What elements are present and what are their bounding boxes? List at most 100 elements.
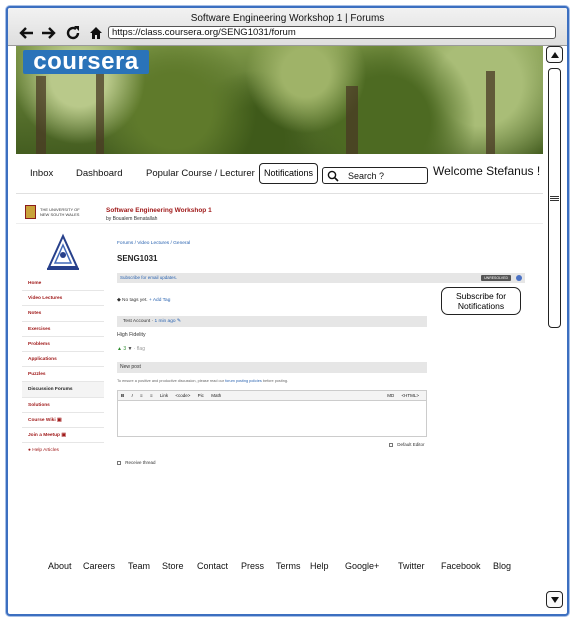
course-emblem-icon	[47, 233, 79, 270]
flag-link[interactable]: flag	[137, 346, 145, 352]
sidebar-item-video-lectures[interactable]: Video Lectures	[22, 291, 104, 307]
sidebar-item-label: Join a Meetup	[28, 432, 60, 438]
default-editor-label: Default Editor	[397, 442, 425, 447]
footer-link-twitter[interactable]: Twitter	[398, 561, 425, 571]
browser-window: Software Engineering Workshop 1 | Forums…	[6, 6, 569, 616]
subscribe-bar: Subscribe for email updates. UNRESOLVED	[117, 273, 525, 283]
status-badge: UNRESOLVED	[481, 275, 511, 281]
sidebar-item-label: Course Wiki	[28, 417, 56, 423]
vertical-scrollbar[interactable]	[546, 46, 563, 610]
search-icon	[327, 170, 339, 182]
subscribe-email-link[interactable]: Subscribe for email updates.	[120, 275, 177, 280]
back-button[interactable]	[16, 24, 36, 42]
italic-button[interactable]: I	[129, 391, 136, 400]
add-tag-link[interactable]: + Add Tag	[149, 298, 170, 303]
downvote-icon[interactable]: ▼	[128, 346, 133, 352]
post-time[interactable]: 1 min ago	[154, 319, 175, 324]
sidebar-item-puzzles[interactable]: Puzzles	[22, 367, 104, 383]
sidebar-item-solutions[interactable]: Solutions	[22, 398, 104, 413]
default-editor-checkbox[interactable]: Default Editor	[389, 442, 425, 447]
reload-button[interactable]	[63, 24, 83, 42]
posting-policy-link[interactable]: forum posting policies	[225, 379, 262, 383]
scrollbar-thumb[interactable]	[548, 68, 561, 328]
sidebar-item-home[interactable]: Home	[22, 276, 104, 292]
nav-popular[interactable]: Popular Course / Lecturer	[146, 168, 255, 179]
top-nav: Inbox Dashboard Popular Course / Lecture…	[16, 154, 543, 194]
settings-gear-icon[interactable]	[516, 275, 522, 281]
nav-inbox[interactable]: Inbox	[30, 168, 53, 179]
sidebar-item-discussion-forums[interactable]: Discussion Forums	[22, 382, 104, 398]
footer-link-contact[interactable]: Contact	[197, 561, 228, 571]
sidebar-item-help-articles[interactable]: ● Help Articles	[22, 443, 104, 458]
sidebar-item-label: Help Articles	[32, 448, 59, 454]
footer-link-help[interactable]: Help	[310, 561, 329, 571]
address-bar[interactable]: https://class.coursera.org/SENG1031/foru…	[108, 26, 556, 39]
markdown-button[interactable]: MD	[384, 391, 397, 400]
post-header: Test Account · 1 min ago ✎	[117, 316, 427, 327]
window-title: Software Engineering Workshop 1 | Forums	[190, 13, 385, 24]
footer-link-team[interactable]: Team	[128, 561, 150, 571]
notifications-button[interactable]: Notifications	[259, 163, 318, 184]
footer-link-about[interactable]: About	[48, 561, 72, 571]
edit-icon[interactable]: ✎	[177, 319, 181, 324]
new-post-header: New post	[117, 362, 427, 373]
bullet-list-button[interactable]: ≡	[147, 391, 156, 400]
search-placeholder: Search ?	[348, 171, 385, 181]
footer-link-blog[interactable]: Blog	[493, 561, 511, 571]
course-title[interactable]: Software Engineering Workshop 1	[106, 207, 212, 214]
scroll-up-button[interactable]	[546, 46, 563, 63]
search-input[interactable]: Search ?	[322, 167, 428, 184]
checkbox-icon[interactable]	[117, 460, 121, 465]
external-link-icon: ▣	[57, 417, 62, 423]
receive-thread-label: Receive thread	[125, 460, 156, 465]
no-tags-text: No tags yet.	[122, 298, 148, 303]
sidebar-item-course-wiki[interactable]: Course Wiki ▣	[22, 413, 104, 428]
vote-count: 3	[123, 346, 127, 352]
scroll-down-button[interactable]	[546, 591, 563, 608]
bold-button[interactable]: B	[118, 391, 127, 400]
post-author[interactable]: Test Account	[123, 319, 150, 324]
course-logo	[22, 230, 104, 276]
home-icon	[90, 27, 102, 39]
external-link-icon: ▣	[61, 432, 66, 438]
footer-link-terms[interactable]: Terms	[276, 561, 301, 571]
math-button[interactable]: Math	[208, 391, 224, 400]
tree-trunk	[36, 76, 46, 154]
footer-link-careers[interactable]: Careers	[83, 561, 115, 571]
forward-arrow-icon	[42, 27, 56, 39]
nav-dashboard[interactable]: Dashboard	[76, 168, 122, 179]
subscribe-notifications-button[interactable]: Subscribe for Notifications	[441, 287, 521, 315]
footer: About Careers Team Store Contact Press T…	[16, 561, 543, 577]
tree-trunk	[346, 86, 358, 154]
upvote-icon[interactable]: ▲	[117, 346, 122, 352]
footer-link-store[interactable]: Store	[162, 561, 184, 571]
course-header: THE UNIVERSITY OF NEW SOUTH WALES Softwa…	[16, 194, 543, 224]
footer-link-press[interactable]: Press	[241, 561, 264, 571]
post-editor-textarea[interactable]	[117, 401, 427, 437]
footer-link-google-plus[interactable]: Google+	[345, 561, 379, 571]
format-toggle: MD <HTML>	[381, 391, 425, 400]
coursera-logo[interactable]: coursera	[23, 50, 149, 74]
home-button[interactable]	[86, 24, 106, 42]
grip-icon	[550, 195, 559, 201]
breadcrumb[interactable]: Forums / Video Lectures / General	[117, 241, 190, 246]
sidebar-item-notes[interactable]: Notes	[22, 306, 104, 322]
checkbox-icon[interactable]	[389, 442, 393, 447]
back-arrow-icon	[19, 27, 33, 39]
footer-link-facebook[interactable]: Facebook	[441, 561, 481, 571]
scrollbar-track[interactable]	[548, 68, 561, 588]
sidebar-item-meetup[interactable]: Join a Meetup ▣	[22, 428, 104, 444]
course-instructor: by Boualem Benatallah	[106, 216, 158, 222]
code-button[interactable]: <code>	[172, 391, 193, 400]
vote-controls: ▲ 3 ▼ · flag	[117, 346, 145, 352]
forward-button[interactable]	[39, 24, 59, 42]
html-button[interactable]: <HTML>	[398, 391, 422, 400]
posting-hint: To ensure a positive and productive disc…	[117, 379, 427, 383]
link-button[interactable]: Link	[157, 391, 171, 400]
sidebar-item-applications[interactable]: Applications	[22, 352, 104, 368]
receive-thread-checkbox[interactable]: Receive thread	[117, 460, 156, 465]
sidebar-item-problems[interactable]: Problems	[22, 337, 104, 352]
picture-button[interactable]: Pic	[195, 391, 207, 400]
ordered-list-button[interactable]: ≡	[137, 391, 146, 400]
sidebar-item-exercises[interactable]: Exercises	[22, 322, 104, 337]
